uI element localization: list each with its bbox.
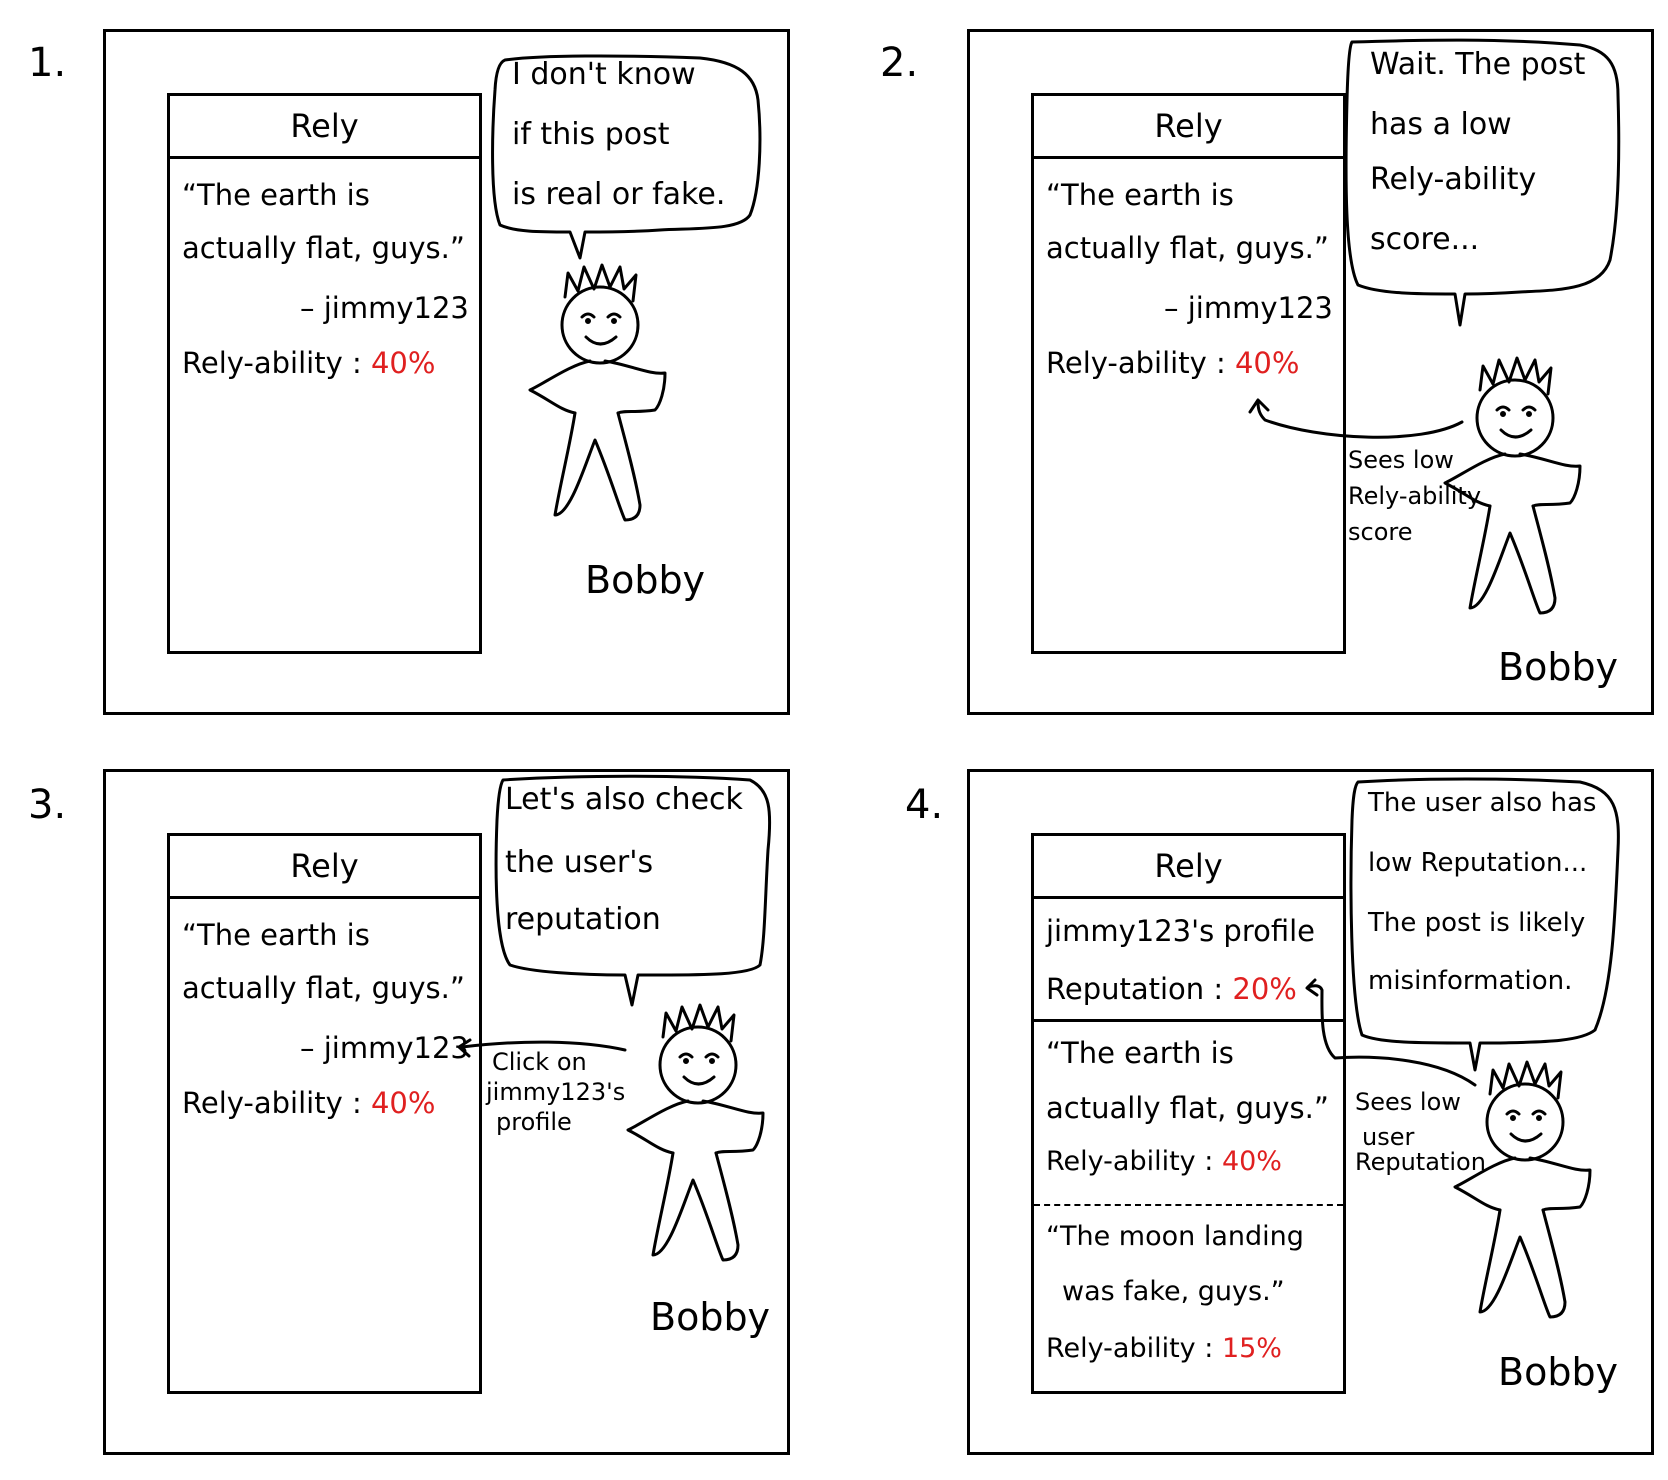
arrow-to-profile — [460, 1040, 627, 1052]
arrow-to-score — [1256, 400, 1464, 439]
arrow-to-reputation — [1306, 984, 1477, 1087]
comic-drawings — [457, 38, 1621, 1319]
speech-bubble-4 — [1349, 777, 1620, 1072]
speech-bubble-2 — [1344, 38, 1621, 327]
speech-bubble-1 — [491, 54, 762, 260]
speech-bubble-3 — [494, 774, 772, 1007]
